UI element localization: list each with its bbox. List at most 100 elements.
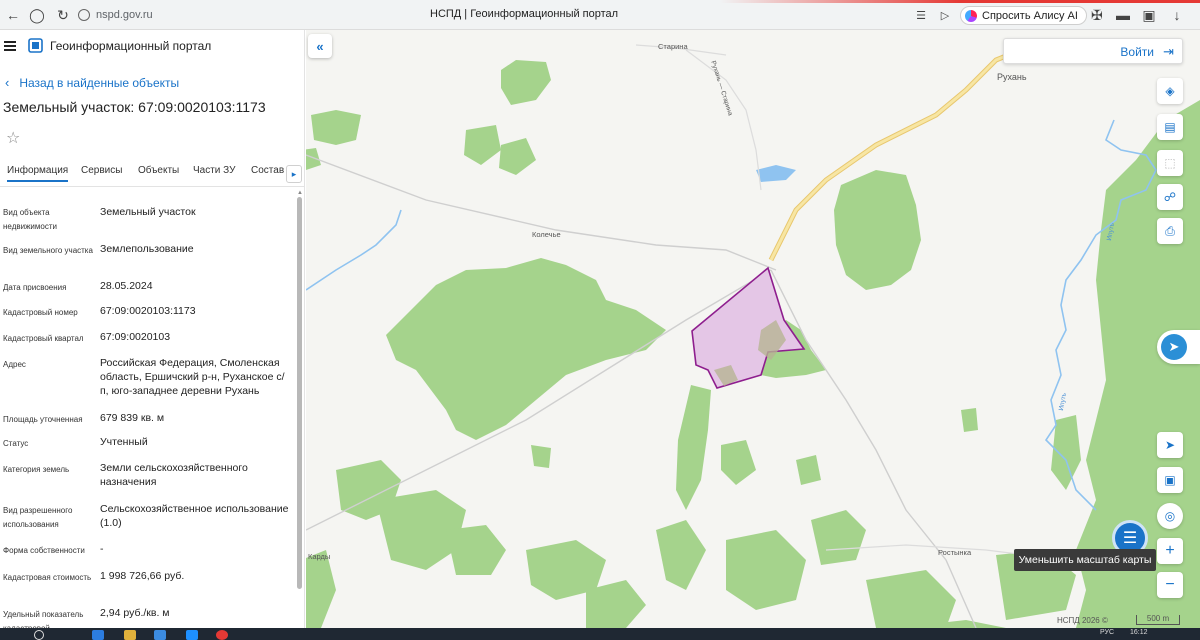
attribute-label: Кадастровый номер	[3, 308, 78, 317]
browser-accent-line	[0, 0, 1200, 3]
panel-scrollbar[interactable]	[297, 197, 302, 589]
layers-icon: ◈	[1165, 84, 1175, 98]
assistant-icon: ➤	[1161, 334, 1187, 360]
address-bar[interactable]: nspd.gov.ru	[78, 5, 318, 25]
zoom-out-button[interactable]: −	[1157, 572, 1183, 598]
bookmark-icon[interactable]: ▷	[936, 6, 954, 24]
reload-icon[interactable]: ↻	[54, 6, 72, 24]
attribute-value: 1 998 726,66 руб.	[100, 570, 185, 582]
tab-services[interactable]: Сервисы	[81, 165, 122, 176]
attribute-label: Кадастровый квартал	[3, 334, 84, 343]
app-taskbar-icon[interactable]	[186, 630, 198, 640]
geolocation-button[interactable]: ◎	[1157, 503, 1183, 529]
attribute-label: Статус	[3, 439, 29, 448]
place-label-starina: Старина	[658, 42, 688, 51]
assistant-side-tab[interactable]: ➤	[1157, 330, 1200, 364]
share-button[interactable]: ☍	[1157, 184, 1183, 210]
tab-objects[interactable]: Объекты	[138, 165, 179, 176]
folder-taskbar-icon[interactable]	[124, 630, 136, 640]
collections-icon[interactable]: ▬	[1114, 6, 1132, 24]
locate-button[interactable]: ➤	[1157, 432, 1183, 458]
alice-label: Спросить Алису AI	[982, 9, 1078, 22]
lake	[756, 165, 796, 182]
layers-button[interactable]: ◈	[1157, 78, 1183, 104]
attribute-value: 28.05.2024	[100, 280, 153, 292]
browser-toolbar: ← ◯ ↻ nspd.gov.ru НСПД | Геоинформационн…	[0, 0, 1200, 30]
store-taskbar-icon[interactable]	[154, 630, 166, 640]
attribute-label: Удельный показатель кадастровой	[3, 610, 84, 628]
menu-icon[interactable]	[4, 41, 16, 51]
attribute-value: Учтенный	[100, 436, 148, 448]
keyboard-language[interactable]: РУС	[1100, 629, 1114, 636]
attribute-value: Сельскохозяйственное использование (1.0)	[100, 503, 289, 529]
os-taskbar: РУС 16:12	[0, 628, 1200, 640]
attribute-value: 67:09:0020103:1173	[100, 305, 196, 317]
extension-icon[interactable]: ✠	[1088, 6, 1106, 24]
plus-icon: +	[1165, 542, 1175, 559]
back-to-results-label: Назад в найденные объекты	[19, 75, 180, 90]
back-to-results-link[interactable]: ‹ Назад в найденные объекты	[5, 75, 179, 90]
yandex-taskbar-icon[interactable]	[216, 630, 228, 640]
attribute-value: -	[100, 543, 104, 555]
screenshot-icon[interactable]: ▣	[1140, 6, 1158, 24]
chat-icon: ☰	[1122, 530, 1138, 547]
attribute-label: Адрес	[3, 360, 26, 369]
address-url: nspd.gov.ru	[96, 9, 153, 21]
attribute-label: Вид объекта недвижимости	[3, 208, 57, 231]
portal-title: Геоинформационный портал	[50, 39, 212, 53]
select-area-icon: ⬚	[1164, 156, 1176, 170]
attribute-label: Вид разрешенного использования	[3, 506, 73, 529]
print-icon: ⎙	[1165, 223, 1175, 238]
shield-icon[interactable]: ◯	[28, 6, 46, 24]
page-tab-title: НСПД | Геоинформационный портал	[430, 8, 619, 20]
map-scale-bar: 500 m	[1136, 615, 1180, 625]
portal-logo-icon	[28, 38, 43, 53]
map-layer	[306, 44, 1200, 628]
basemap-button[interactable]: ▣	[1157, 467, 1183, 493]
ruler-icon: ▤	[1164, 120, 1176, 134]
attribute-value: Российская Федерация, Смоленская область…	[100, 357, 285, 397]
info-tabs: Информация Сервисы Объекты Части ЗУ Сост…	[0, 163, 304, 187]
reader-mode-icon[interactable]: ☰	[912, 6, 930, 24]
map-canvas[interactable]: Старина Рухань Рухань — Старина Колечье …	[306, 30, 1200, 628]
collapse-panel-button[interactable]: «	[308, 34, 332, 58]
favorite-star-icon[interactable]: ☆	[6, 128, 20, 148]
print-button[interactable]: ⎙	[1157, 218, 1183, 244]
minus-icon: −	[1165, 576, 1175, 593]
chevron-left-icon: ‹	[5, 75, 10, 90]
scroll-up-icon[interactable]: ▲	[297, 190, 303, 196]
tab-composition[interactable]: Состав	[251, 165, 284, 176]
attribute-value: 67:09:0020103	[100, 331, 171, 343]
alice-icon	[965, 9, 977, 22]
tab-parts[interactable]: Части ЗУ	[193, 165, 235, 176]
place-label-rostynka: Ростынка	[938, 548, 972, 557]
tabs-scroll-right-button[interactable]: ▸	[286, 165, 302, 183]
login-label: Войти	[1120, 45, 1154, 59]
select-area-button[interactable]: ⬚	[1157, 150, 1183, 176]
search-icon[interactable]	[34, 630, 44, 640]
object-info-panel: Геоинформационный портал ‹ Назад в найде…	[0, 30, 305, 628]
measure-button[interactable]: ▤	[1157, 114, 1183, 140]
place-label-kolechye: Колечье	[532, 230, 561, 239]
clock-time[interactable]: 16:12	[1130, 629, 1148, 636]
object-title: Земельный участок: 67:09:0020103:1173	[3, 99, 266, 115]
attribute-label: Форма собственности	[3, 546, 85, 555]
location-arrow-icon: ➤	[1164, 438, 1176, 452]
map-copyright: НСПД 2026 ©	[1057, 616, 1108, 625]
login-button[interactable]: Войти ⇥	[1003, 38, 1183, 64]
attribute-label: Площадь уточненная	[3, 415, 83, 424]
back-arrow-icon[interactable]: ←	[4, 6, 22, 24]
attribute-value: Землепользование	[100, 243, 194, 255]
alice-button[interactable]: Спросить Алису AI	[960, 6, 1087, 25]
place-label-rukhan: Рухань	[997, 72, 1027, 82]
basemap-icon: ▣	[1164, 473, 1176, 487]
attribute-label: Кадастровая стоимость	[3, 573, 92, 582]
attribute-value: 2,94 руб./кв. м	[100, 607, 170, 619]
tab-information[interactable]: Информация	[7, 165, 69, 182]
download-icon[interactable]: ↓	[1168, 6, 1186, 24]
zoom-out-tooltip: Уменьшить масштаб карты	[1014, 549, 1156, 571]
zoom-in-button[interactable]: +	[1157, 538, 1183, 564]
site-info-icon	[78, 9, 90, 21]
browser-taskbar-icon[interactable]	[92, 630, 104, 640]
attribute-label: Категория земель	[3, 465, 70, 474]
